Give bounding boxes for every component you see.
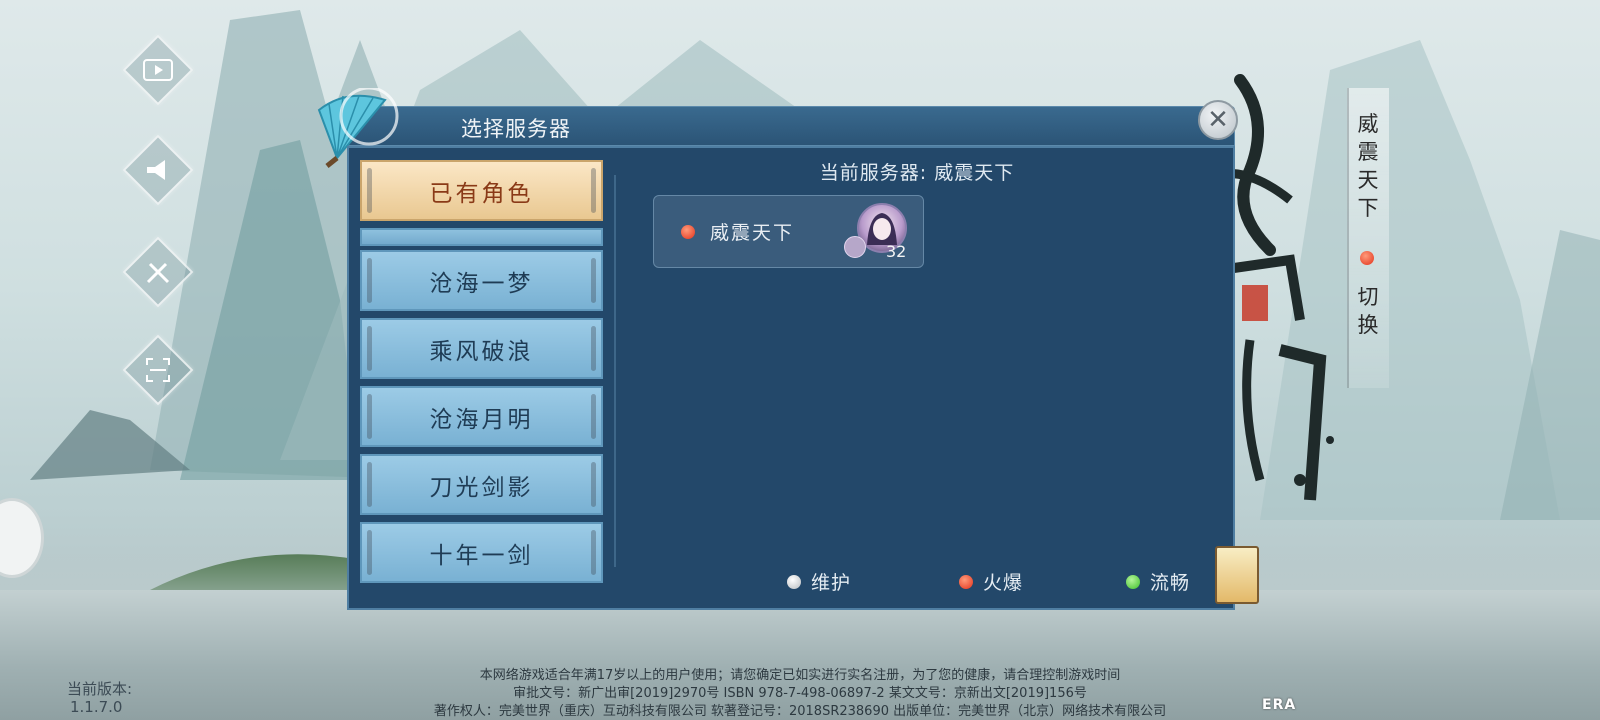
legend-label: 流畅 <box>1150 572 1191 594</box>
footer-approval-info: 审批文号：新广出审[2019]2970号 ISBN 978-7-498-0689… <box>513 686 1087 701</box>
banner-server-name: 威震天下 <box>1357 112 1379 220</box>
legend-busy: 火爆 <box>959 568 1023 595</box>
tab-label: 沧海月明 <box>429 406 534 433</box>
video-button[interactable] <box>122 34 194 106</box>
banner-status-dot <box>1360 251 1374 265</box>
repair-icon <box>146 262 170 284</box>
character-level: 32 <box>886 242 907 261</box>
tab-separator <box>360 228 603 246</box>
footer-health-notice: 本网络游戏适合年满17岁以上的用户使用；请您确定已如实进行实名注册，为了您的健康… <box>479 668 1121 683</box>
era-logo: ERA <box>1262 697 1297 713</box>
scan-button[interactable] <box>122 334 194 406</box>
server-status-dot <box>681 225 695 239</box>
dialog-header: 选择服务器 <box>347 106 1235 146</box>
tab-daoguang-jianying[interactable]: 刀光剑影 <box>360 454 603 515</box>
tab-existing-characters[interactable]: 已有角色 <box>360 160 603 221</box>
announcement-icon <box>147 160 165 180</box>
tab-canghai-yueming[interactable]: 沧海月明 <box>360 386 603 447</box>
scan-icon <box>146 358 170 382</box>
legend-dot <box>787 574 801 589</box>
tab-label: 乘风破浪 <box>429 338 534 365</box>
announcement-button[interactable] <box>122 134 194 206</box>
footer-copyright: 著作权人：完美世界（重庆）互动科技有限公司 软著登记号：2018SR238690… <box>433 704 1167 719</box>
legend-label: 火爆 <box>983 572 1024 594</box>
tab-label: 十年一剑 <box>429 542 534 569</box>
legend-smooth: 流畅 <box>1126 568 1190 595</box>
repair-button[interactable] <box>122 236 194 308</box>
tab-canghai-yimeng[interactable]: 沧海一梦 <box>360 250 603 311</box>
legend-dot <box>959 574 973 589</box>
legend-dot <box>1126 574 1140 589</box>
tab-label: 沧海一梦 <box>429 270 534 297</box>
tab-label: 已有角色 <box>429 180 534 207</box>
panel-divider <box>614 175 616 567</box>
version-number: 1.1.7.0 <box>70 698 123 716</box>
server-card[interactable]: 威震天下 32 <box>653 195 924 268</box>
legend-label: 维护 <box>811 572 852 594</box>
class-emblem-icon <box>844 236 866 258</box>
close-button[interactable]: ✕ <box>1198 100 1238 140</box>
lantern-icon <box>1215 546 1259 604</box>
version-label: 当前版本: <box>67 680 133 698</box>
video-icon <box>143 59 173 81</box>
close-icon: ✕ <box>1207 105 1229 135</box>
dialog-title: 选择服务器 <box>461 117 571 141</box>
switch-server-button[interactable]: 切换 <box>1355 283 1381 339</box>
server-name: 威震天下 <box>710 222 795 244</box>
tab-shinian-yijian[interactable]: 十年一剑 <box>360 522 603 583</box>
tab-label: 刀光剑影 <box>429 474 534 501</box>
tab-chengfeng-polang[interactable]: 乘风破浪 <box>360 318 603 379</box>
current-server-label: 当前服务器: 威震天下 <box>819 162 1015 184</box>
legend-maintenance: 维护 <box>787 568 851 595</box>
